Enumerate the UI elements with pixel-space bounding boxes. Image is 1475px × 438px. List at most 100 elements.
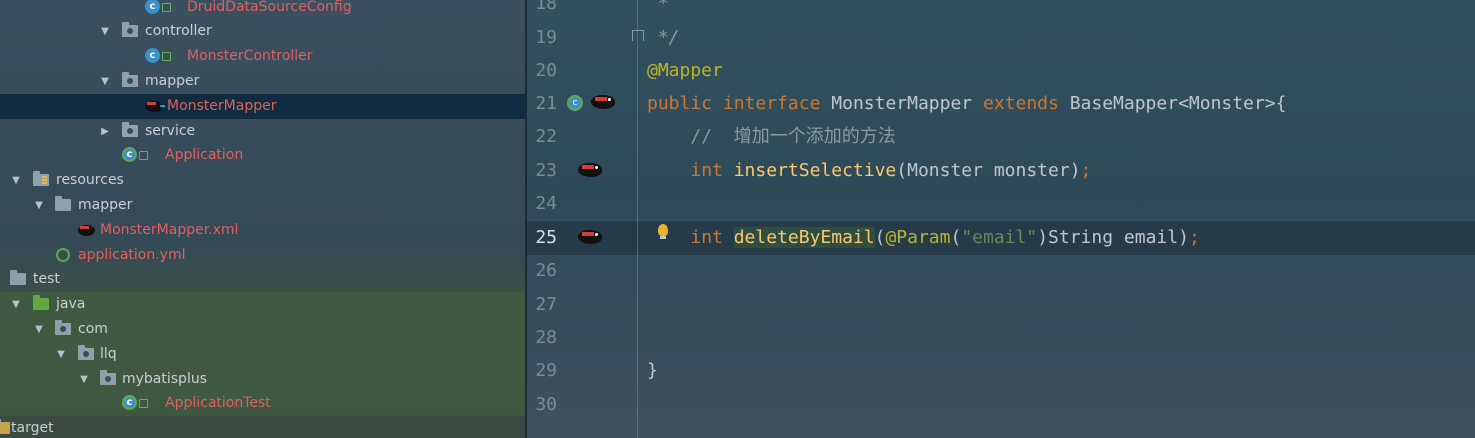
expand-arrow-icon[interactable]: ▼ — [98, 69, 112, 94]
punctuation-token: ) — [1178, 227, 1189, 248]
code-line: int deleteByEmail(@Param("email")String … — [647, 221, 1200, 254]
implemented-interface-icon[interactable]: c — [567, 95, 583, 111]
keyword-token: int — [690, 227, 723, 248]
expand-arrow-icon[interactable]: ▼ — [54, 342, 68, 367]
line-number: 29 — [535, 360, 557, 381]
method-name-token: deleteByEmail — [733, 227, 875, 248]
tree-item-application[interactable]: c Application — [0, 143, 525, 168]
line-number: 22 — [535, 126, 557, 147]
class-c-icon: c — [145, 0, 171, 14]
tree-item-label: java — [56, 296, 86, 312]
tree-item-label: application.yml — [78, 247, 186, 263]
expand-arrow-icon[interactable]: ▼ — [77, 367, 91, 392]
line-number: 30 — [535, 394, 557, 415]
line-number: 25 — [535, 227, 557, 248]
punctuation-token: { — [1275, 93, 1287, 114]
spring-boot-class-icon: c — [122, 147, 148, 162]
mybatis-bird-icon[interactable] — [578, 163, 602, 177]
line-number: 19 — [535, 27, 557, 48]
tree-item-application-yml[interactable]: application.yml — [0, 243, 525, 268]
package-folder-icon — [100, 370, 116, 386]
punctuation-token: ) — [1037, 227, 1049, 248]
folder-icon — [10, 270, 26, 286]
keyword-token: int — [690, 160, 723, 181]
tree-item-label: llq — [100, 346, 117, 362]
identifier-token: String — [1048, 227, 1114, 248]
punctuation-token: ) — [1069, 160, 1081, 181]
code-line: int insertSelective(Monster monster); — [647, 154, 1091, 187]
method-name-token: insertSelective — [733, 160, 897, 181]
spring-boot-class-icon: c — [122, 395, 148, 410]
punctuation-token: ; — [1188, 227, 1200, 248]
code-line: // 增加一个添加的方法 — [647, 126, 896, 147]
mybatis-bird-icon[interactable] — [591, 95, 615, 109]
code-line: * — [647, 0, 669, 14]
tree-item-label: com — [78, 321, 108, 337]
identifier-token: BaseMapper — [1069, 93, 1179, 114]
expand-arrow-icon[interactable]: ▼ — [32, 193, 46, 218]
tree-item-service[interactable]: ▶ service — [0, 119, 525, 144]
punctuation-token: ( — [874, 227, 886, 248]
test-source-folder-icon — [33, 295, 49, 311]
expand-arrow-icon[interactable]: ▼ — [98, 19, 112, 44]
identifier-token: monster — [993, 160, 1070, 181]
fold-marker-icon[interactable] — [632, 30, 644, 41]
expand-arrow-icon[interactable]: ▼ — [9, 168, 23, 193]
tree-item-mapper-package[interactable]: ▼ mapper — [0, 69, 525, 94]
punctuation-token: ( — [896, 160, 908, 181]
tree-item-mybatisplus[interactable]: ▼ mybatisplus — [0, 367, 525, 392]
tree-item-monster-controller[interactable]: c MonsterController — [0, 44, 525, 69]
tree-item-label: MonsterMapper.xml — [100, 222, 239, 238]
keyword-token: public — [647, 93, 713, 114]
line-number: 18 — [535, 0, 557, 14]
identifier-token: Monster — [1188, 93, 1265, 114]
line-number: 27 — [535, 294, 557, 315]
tree-item-label: Application — [165, 147, 244, 163]
expand-arrow-icon[interactable]: ▼ — [32, 317, 46, 342]
tree-item-label: MonsterMapper — [167, 98, 277, 114]
tree-item-label: service — [145, 123, 196, 139]
project-tree-panel: c DruidDataSourceConfig ▼ controller c M… — [0, 0, 525, 438]
tree-item-monster-mapper-xml[interactable]: MonsterMapper.xml — [0, 218, 525, 243]
identifier-token: Monster — [907, 160, 983, 181]
tree-item-label: ApplicationTest — [165, 395, 271, 411]
line-number: 23 — [535, 160, 557, 181]
tree-item-label: mybatisplus — [122, 371, 208, 387]
tree-item-target[interactable]: target — [0, 416, 525, 438]
punctuation-token: ( — [950, 227, 962, 248]
package-folder-icon — [122, 22, 138, 38]
tree-item-java[interactable]: ▼ java — [0, 292, 525, 317]
class-c-icon: c — [145, 48, 171, 63]
tree-item-label: DruidDataSourceConfig — [187, 0, 352, 15]
punctuation-token: > — [1264, 93, 1276, 114]
code-editor[interactable]: 18 19 20 21 22 23 24 25 26 27 28 29 30 c… — [527, 0, 1475, 438]
gutter-separator — [637, 0, 638, 438]
tree-item-monster-mapper[interactable]: MonsterMapper — [0, 94, 525, 119]
tree-item-llq[interactable]: ▼ llq — [0, 342, 525, 367]
folder-icon — [0, 419, 10, 435]
expand-arrow-icon[interactable]: ▶ — [98, 119, 112, 144]
identifier-token: email — [1123, 227, 1179, 248]
tree-item-controller[interactable]: ▼ controller — [0, 19, 525, 44]
tree-item-test[interactable]: test — [0, 267, 525, 292]
tree-item-resources[interactable]: ▼ resources — [0, 168, 525, 193]
tree-item-application-test[interactable]: c ApplicationTest — [0, 391, 525, 416]
tree-item-com[interactable]: ▼ com — [0, 317, 525, 342]
mybatis-bird-icon[interactable] — [578, 230, 602, 244]
code-line: public interface MonsterMapper extends B… — [647, 87, 1286, 120]
expand-arrow-icon[interactable]: ▼ — [9, 292, 23, 317]
tree-item-druid-datasource-config[interactable]: c DruidDataSourceConfig — [0, 0, 525, 20]
package-folder-icon — [55, 320, 71, 336]
keyword-token: interface — [722, 93, 821, 114]
tree-item-mapper-folder[interactable]: ▼ mapper — [0, 193, 525, 218]
resources-folder-icon — [33, 171, 49, 187]
annotation-token: @Param — [885, 227, 951, 248]
tree-item-label: resources — [56, 172, 124, 188]
code-line: */ — [647, 27, 680, 48]
